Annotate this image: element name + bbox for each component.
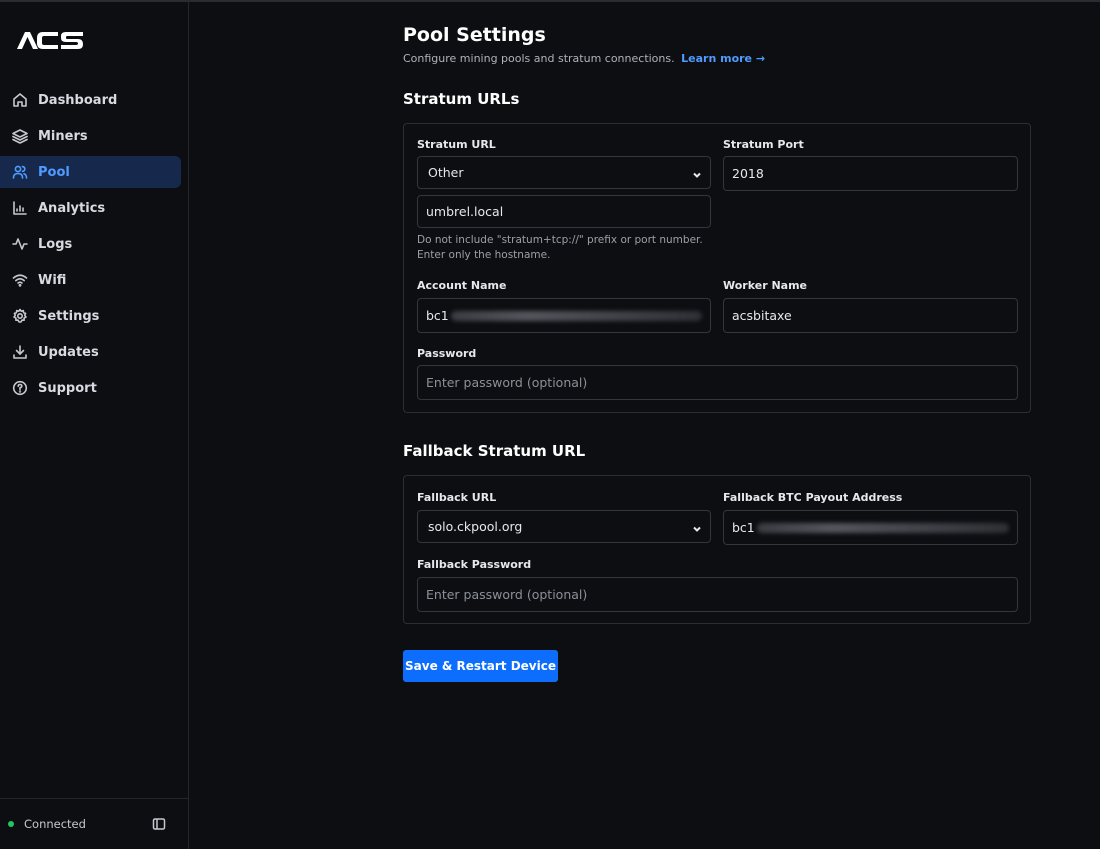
fallback-address-label: Fallback BTC Payout Address [723, 491, 903, 504]
sidebar-item-label: Wifi [38, 272, 67, 288]
stratum-section-title: Stratum URLs [403, 90, 520, 108]
fallback-card: Fallback URL solo.ckpool.org Fallback BT… [403, 475, 1031, 624]
connection-status-text: Connected [24, 817, 86, 831]
sidebar: Dashboard Miners Pool Analytics Logs Wif… [0, 2, 189, 849]
sidebar-item-dashboard[interactable]: Dashboard [0, 84, 181, 116]
page-title: Pool Settings [403, 24, 546, 46]
chevron-down-icon [692, 168, 702, 178]
account-name-label: Account Name [417, 279, 507, 292]
worker-name-value: acsbitaxe [732, 308, 792, 323]
fallback-section-title: Fallback Stratum URL [403, 442, 586, 460]
connection-status-dot [8, 821, 14, 827]
page-subtitle-text: Configure mining pools and stratum conne… [403, 52, 675, 65]
page-subtitle: Configure mining pools and stratum conne… [403, 52, 765, 65]
home-icon [12, 92, 28, 108]
download-icon [12, 344, 28, 360]
sidebar-item-support[interactable]: Support [0, 372, 181, 404]
sidebar-item-label: Support [38, 380, 97, 396]
users-icon [12, 164, 28, 180]
activity-icon [12, 236, 28, 252]
fallback-address-input[interactable]: bc1 [723, 510, 1018, 545]
redacted-address [756, 522, 1009, 533]
sidebar-item-pool[interactable]: Pool [0, 156, 181, 188]
fallback-url-select[interactable]: solo.ckpool.org [417, 510, 711, 543]
stratum-host-hint-line1: Do not include "stratum+tcp://" prefix o… [417, 234, 703, 246]
worker-name-input[interactable]: acsbitaxe [723, 298, 1018, 333]
fallback-url-label: Fallback URL [417, 491, 497, 504]
account-name-value: bc1 [426, 308, 449, 323]
save-restart-button[interactable]: Save & Restart Device [403, 650, 558, 682]
redacted-address [450, 310, 702, 321]
chart-icon [12, 200, 28, 216]
worker-name-label: Worker Name [723, 279, 808, 292]
sidebar-item-label: Analytics [38, 200, 106, 216]
sidebar-nav: Dashboard Miners Pool Analytics Logs Wif… [0, 84, 189, 408]
stratum-port-input[interactable]: 2018 [723, 156, 1018, 191]
sidebar-item-label: Dashboard [38, 92, 118, 108]
layers-icon [12, 128, 28, 144]
stratum-host-hint: Do not include "stratum+tcp://" prefix o… [417, 233, 703, 263]
gear-icon [12, 308, 28, 324]
chevron-down-icon [692, 522, 702, 532]
fallback-password-placeholder: Enter password (optional) [426, 587, 588, 602]
stratum-card: Stratum URL Other Stratum Port 2018 umbr… [403, 123, 1031, 413]
stratum-host-hint-line2: Enter only the hostname. [417, 249, 551, 261]
sidebar-item-label: Miners [38, 128, 88, 144]
learn-more-link[interactable]: Learn more → [681, 52, 765, 65]
sidebar-item-label: Updates [38, 344, 99, 360]
wifi-icon [12, 272, 28, 288]
stratum-host-value: umbrel.local [426, 204, 504, 219]
account-name-input[interactable]: bc1 [417, 298, 711, 333]
sidebar-item-label: Logs [38, 236, 73, 252]
fallback-password-label: Fallback Password [417, 558, 532, 571]
stratum-host-input[interactable]: umbrel.local [417, 195, 711, 228]
sidebar-item-analytics[interactable]: Analytics [0, 192, 181, 224]
password-input[interactable]: Enter password (optional) [417, 365, 1018, 400]
stratum-url-select[interactable]: Other [417, 156, 711, 189]
sidebar-item-updates[interactable]: Updates [0, 336, 181, 368]
stratum-url-selected: Other [428, 165, 464, 180]
fallback-url-selected: solo.ckpool.org [428, 519, 523, 534]
sidebar-toggle-icon[interactable] [152, 817, 166, 831]
sidebar-item-label: Settings [38, 308, 100, 324]
password-placeholder: Enter password (optional) [426, 375, 588, 390]
fallback-password-input[interactable]: Enter password (optional) [417, 577, 1018, 612]
fallback-address-value: bc1 [732, 520, 755, 535]
sidebar-item-logs[interactable]: Logs [0, 228, 181, 260]
sidebar-item-label: Pool [38, 164, 70, 180]
stratum-url-label: Stratum URL [417, 138, 496, 151]
sidebar-item-miners[interactable]: Miners [0, 120, 181, 152]
help-circle-icon [12, 380, 28, 396]
sidebar-item-settings[interactable]: Settings [0, 300, 181, 332]
password-label: Password [417, 347, 477, 360]
stratum-port-label: Stratum Port [723, 138, 804, 151]
acs-logo [16, 30, 84, 50]
stratum-port-value: 2018 [732, 166, 764, 181]
sidebar-footer: Connected [0, 798, 188, 849]
sidebar-item-wifi[interactable]: Wifi [0, 264, 181, 296]
